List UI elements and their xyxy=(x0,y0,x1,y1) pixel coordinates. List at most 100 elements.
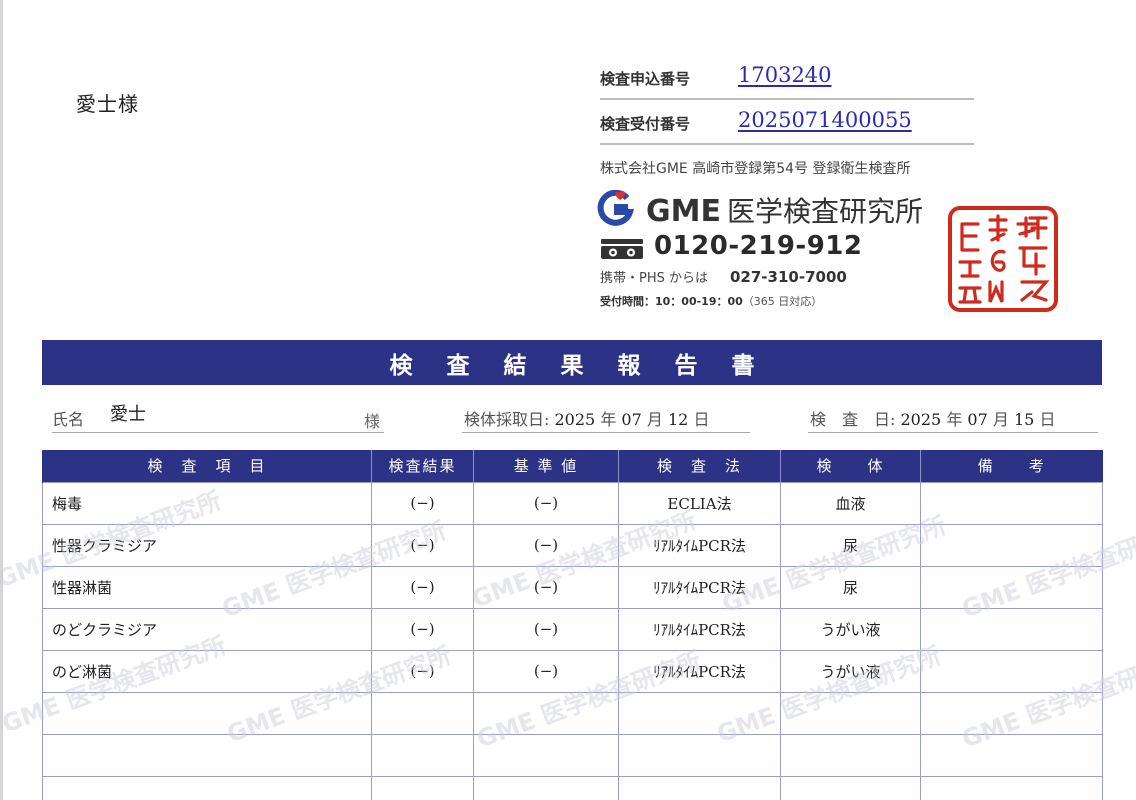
brand-suffix: 医学検査研究所 xyxy=(726,195,923,228)
cell-result: (−) xyxy=(371,565,474,609)
table-row xyxy=(42,775,1103,800)
cell-note xyxy=(920,565,1103,609)
cell-test-item: 性器クラミジア xyxy=(42,523,372,567)
cell-note xyxy=(920,691,1103,735)
name-honorific: 様 xyxy=(363,412,380,431)
cell-result xyxy=(371,775,474,800)
test-year: 2025 xyxy=(900,410,942,429)
brand-name: GME 医学検査研究所 xyxy=(646,190,923,230)
header-specimen: 検 体 xyxy=(780,450,921,482)
collection-date-field: 検体採取日: 2025 年 07 月 12 日 xyxy=(462,400,750,433)
collection-date-label: 検体採取日: xyxy=(464,410,550,429)
results-table: 検 査 項 目 検査結果 基 準 値 検 査 法 検 体 備 考 梅毒 (−) … xyxy=(42,450,1103,800)
table-row xyxy=(42,733,1103,777)
company-seal-icon xyxy=(948,206,1058,312)
gme-logo-icon xyxy=(597,190,635,226)
table-header-row: 検 査 項 目 検査結果 基 準 値 検 査 法 検 体 備 考 xyxy=(42,450,1103,482)
request-number-row: 検査申込番号 1703240 xyxy=(600,62,974,100)
cell-note xyxy=(920,733,1103,777)
name-label: 氏名 xyxy=(52,410,85,429)
patient-name-field: 氏名 愛士 様 xyxy=(52,400,384,433)
cell-reference: (−) xyxy=(473,607,619,651)
test-day-unit: 日 xyxy=(1039,410,1056,429)
cell-test-item: のどクラミジア xyxy=(42,607,372,651)
test-day: 15 xyxy=(1013,410,1035,429)
cell-specimen: 尿 xyxy=(780,565,921,609)
collection-month-unit: 月 xyxy=(646,410,663,429)
test-month-unit: 月 xyxy=(992,410,1009,429)
brand-gme: GME xyxy=(646,194,721,229)
hours-text: 受付時間：10：00-19：00 xyxy=(600,295,743,308)
cell-specimen xyxy=(780,733,921,777)
report-title-bar: 検査結果報告書 xyxy=(42,340,1102,385)
cell-method: ﾘｱﾙﾀｲﾑPCR法 xyxy=(618,607,781,651)
request-number-value[interactable]: 1703240 xyxy=(738,63,832,87)
report-title: 検査結果報告書 xyxy=(389,352,789,379)
freedial-icon xyxy=(601,239,643,259)
mobile-label: 携帯・PHS からは xyxy=(600,271,708,286)
cell-method xyxy=(618,775,781,800)
table-row: 性器クラミジア (−) (−) ﾘｱﾙﾀｲﾑPCR法 尿 xyxy=(42,523,1103,567)
cell-test-item xyxy=(42,691,372,735)
cell-result: (−) xyxy=(371,523,474,567)
cell-specimen xyxy=(780,691,921,735)
table-row xyxy=(42,691,1103,735)
cell-reference: (−) xyxy=(473,523,619,567)
cell-method: ﾘｱﾙﾀｲﾑPCR法 xyxy=(618,649,781,693)
cell-result xyxy=(371,691,474,735)
cell-method xyxy=(618,691,781,735)
request-number-label: 検査申込番号 xyxy=(600,70,691,88)
table-row: のど淋菌 (−) (−) ﾘｱﾙﾀｲﾑPCR法 うがい液 xyxy=(42,649,1103,693)
page-edge xyxy=(0,0,3,800)
cell-result: (−) xyxy=(371,607,474,651)
cell-note xyxy=(920,607,1103,651)
cell-reference xyxy=(473,775,619,800)
header-result: 検査結果 xyxy=(371,450,474,482)
cell-specimen: 尿 xyxy=(780,523,921,567)
hours-note: （365 日対応） xyxy=(742,295,823,308)
cell-note xyxy=(920,649,1103,693)
mobile-line: 携帯・PHS からは 027-310-7000 xyxy=(600,267,847,286)
collection-year-unit: 年 xyxy=(600,410,617,429)
addressee: 愛士様 xyxy=(76,92,139,116)
table-row: のどクラミジア (−) (−) ﾘｱﾙﾀｲﾑPCR法 うがい液 xyxy=(42,607,1103,651)
cell-result: (−) xyxy=(371,481,474,525)
test-date-field: 検 査 日: 2025 年 07 月 15 日 xyxy=(808,400,1098,433)
collection-year: 2025 xyxy=(554,410,596,429)
cell-reference xyxy=(473,733,619,777)
cell-note xyxy=(920,523,1103,567)
table-row: 性器淋菌 (−) (−) ﾘｱﾙﾀｲﾑPCR法 尿 xyxy=(42,565,1103,609)
collection-day: 12 xyxy=(667,410,689,429)
cell-method: ECLIA法 xyxy=(618,481,781,525)
cell-test-item: 梅毒 xyxy=(42,481,372,525)
receipt-number-row: 検査受付番号 2025071400055 xyxy=(600,107,974,145)
receipt-number-value[interactable]: 2025071400055 xyxy=(738,108,912,132)
test-year-unit: 年 xyxy=(946,410,963,429)
reception-hours: 受付時間：10：00-19：00（365 日対応） xyxy=(600,293,822,309)
mobile-number[interactable]: 027-310-7000 xyxy=(730,268,847,286)
test-month: 07 xyxy=(967,410,988,429)
cell-specimen xyxy=(780,775,921,800)
receipt-number-label: 検査受付番号 xyxy=(600,115,691,133)
cell-specimen: 血液 xyxy=(780,481,921,525)
table-row: 梅毒 (−) (−) ECLIA法 血液 xyxy=(42,481,1103,525)
header-method: 検 査 法 xyxy=(618,450,781,482)
cell-test-item: のど淋菌 xyxy=(42,649,372,693)
freedial-number[interactable]: 0120-219-912 xyxy=(654,231,863,261)
header-note: 備 考 xyxy=(920,450,1103,482)
cell-reference: (−) xyxy=(473,481,619,525)
cell-reference xyxy=(473,691,619,735)
cell-test-item: 性器淋菌 xyxy=(42,565,372,609)
cell-note xyxy=(920,775,1103,800)
cell-test-item xyxy=(42,733,372,777)
company-registration: 株式会社GME 高崎市登録第54号 登録衛生検査所 xyxy=(600,161,911,177)
collection-day-unit: 日 xyxy=(693,410,710,429)
cell-method: ﾘｱﾙﾀｲﾑPCR法 xyxy=(618,565,781,609)
header-test-item: 検 査 項 目 xyxy=(42,450,372,482)
cell-reference: (−) xyxy=(473,565,619,609)
cell-note xyxy=(920,481,1103,525)
patient-name: 愛士 xyxy=(110,404,146,425)
cell-method: ﾘｱﾙﾀｲﾑPCR法 xyxy=(618,523,781,567)
cell-method xyxy=(618,733,781,777)
cell-result xyxy=(371,733,474,777)
